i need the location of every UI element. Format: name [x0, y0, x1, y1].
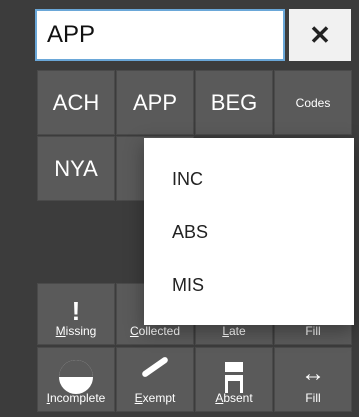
- half-circle-icon: [59, 360, 93, 394]
- absent-button[interactable]: Absent: [195, 347, 273, 412]
- dropdown-item-inc[interactable]: INC: [172, 169, 203, 190]
- slash-icon: [140, 355, 170, 379]
- fill-label: Fill: [305, 391, 321, 405]
- dropdown-item-mis[interactable]: MIS: [172, 275, 204, 296]
- close-icon[interactable]: ✕: [309, 20, 331, 51]
- codes-label: Codes: [295, 95, 331, 110]
- dropdown-item-abs[interactable]: ABS: [172, 222, 208, 243]
- code-tile-ach[interactable]: ACH: [37, 70, 115, 135]
- incomplete-button[interactable]: Incomplete: [37, 347, 115, 412]
- code-picker-panel: ✕ ACH APP BEG Codes NYA ! Missing Collec…: [0, 0, 359, 417]
- code-label: APP: [132, 89, 178, 115]
- exempt-label: Exempt: [134, 391, 176, 405]
- missing-label: Missing: [55, 324, 97, 338]
- search-input[interactable]: [37, 11, 283, 59]
- incomplete-label: Incomplete: [46, 391, 106, 405]
- horizontal-arrows-icon: ↔: [301, 360, 325, 387]
- search-field[interactable]: [35, 9, 285, 61]
- absent-label: Absent: [215, 391, 253, 405]
- late-label: Late: [222, 324, 246, 338]
- missing-button[interactable]: ! Missing: [37, 283, 115, 345]
- code-tile-nya[interactable]: NYA: [37, 136, 115, 201]
- codes-button[interactable]: Codes: [274, 70, 352, 135]
- code-tile-beg[interactable]: BEG: [195, 70, 273, 135]
- code-label: ACH: [52, 89, 100, 115]
- exempt-button[interactable]: Exempt: [116, 347, 194, 412]
- code-tile-app[interactable]: APP: [116, 70, 194, 135]
- exclamation-icon: !: [71, 296, 81, 326]
- fill-label: Fill: [305, 324, 321, 338]
- code-label: NYA: [54, 155, 98, 181]
- code-label: BEG: [210, 89, 258, 115]
- collected-label: Collected: [129, 324, 181, 338]
- fill-button-2[interactable]: ↔ Fill: [274, 347, 352, 412]
- code-dropdown-menu: INC ABS MIS: [144, 138, 354, 325]
- clear-button[interactable]: ✕: [289, 9, 351, 61]
- chair-icon: [225, 362, 243, 393]
